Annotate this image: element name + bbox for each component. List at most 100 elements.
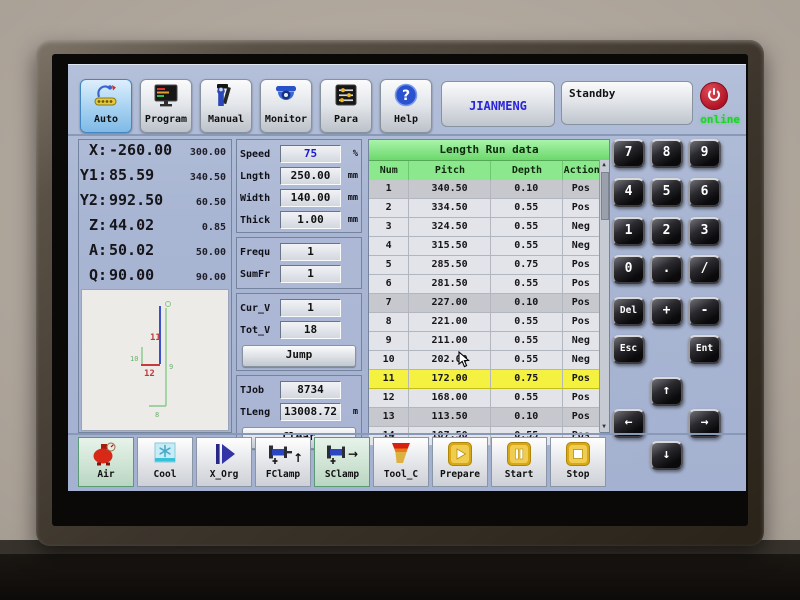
bottom-sclamp[interactable]: →SClamp xyxy=(314,437,370,487)
origin-play-icon xyxy=(197,438,251,469)
key-plus[interactable]: + xyxy=(650,297,683,326)
table-row[interactable]: 10202.000.55Neg xyxy=(369,351,600,370)
key-del[interactable]: Del xyxy=(612,297,645,326)
param-value-field[interactable]: 140.00 xyxy=(280,189,341,207)
table-row[interactable]: 12168.000.55Pos xyxy=(369,389,600,408)
key-arrow-up[interactable]: ↑ xyxy=(650,377,683,406)
table-row[interactable]: 5285.500.75Pos xyxy=(369,256,600,275)
axis-row-x: X-260.00300.00 xyxy=(79,140,231,165)
param-value-field[interactable]: 75 xyxy=(280,145,341,163)
table-row[interactable]: 4315.500.55Neg xyxy=(369,237,600,256)
jump-button[interactable]: Jump xyxy=(242,345,356,367)
bottom-air[interactable]: Air xyxy=(78,437,134,487)
scroll-down-icon[interactable]: ▼ xyxy=(600,422,608,432)
axis-value: 992.50 xyxy=(107,191,178,209)
tools-icon xyxy=(201,80,251,114)
bottom-tool-c[interactable]: Tool_C xyxy=(373,437,429,487)
table-row[interactable]: 1340.500.10Pos xyxy=(369,180,600,199)
param-value-field[interactable]: 1 xyxy=(280,299,341,317)
bend-profile-drawing: 11 12 10 9 8 xyxy=(82,290,228,430)
bottom-prepare[interactable]: Prepare xyxy=(432,437,488,487)
key-7[interactable]: 7 xyxy=(612,139,645,168)
key-4[interactable]: 4 xyxy=(612,178,645,207)
help-icon: ? xyxy=(381,80,431,114)
param-value-field[interactable]: 13008.72 xyxy=(280,403,341,421)
key-esc[interactable]: Esc xyxy=(612,335,645,364)
nav-label: Auto xyxy=(81,114,131,125)
cell-num: 1 xyxy=(369,180,409,198)
param-value-field[interactable]: 8734 xyxy=(280,381,341,399)
param-row-speed: Speed75% xyxy=(237,143,361,165)
nav-manual[interactable]: Manual xyxy=(200,79,252,133)
power-button[interactable] xyxy=(700,82,728,110)
param-value-field[interactable]: 1 xyxy=(280,243,341,261)
key-1[interactable]: 1 xyxy=(612,217,645,246)
table-row[interactable]: 6281.500.55Pos xyxy=(369,275,600,294)
bottombar-divider xyxy=(68,433,746,435)
axis-label: Q xyxy=(79,266,107,284)
key-9[interactable]: 9 xyxy=(688,139,721,168)
axes-readout: X-260.00300.00Y185.59340.50Y2992.5060.50… xyxy=(79,140,231,290)
svg-text:?: ? xyxy=(402,88,410,104)
param-value-field[interactable]: 18 xyxy=(280,321,341,339)
axis-value: 85.59 xyxy=(107,166,178,184)
table-row[interactable]: 8221.000.55Pos xyxy=(369,313,600,332)
key-slash[interactable]: / xyxy=(688,255,721,284)
svg-text:→: → xyxy=(348,447,358,461)
bottom-label: FClamp xyxy=(256,469,310,480)
scroll-thumb[interactable] xyxy=(601,172,609,220)
profile-preview: 11 12 10 9 8 xyxy=(81,289,229,431)
brand-button[interactable]: JIANMENG xyxy=(441,81,555,127)
scroll-up-icon[interactable]: ▲ xyxy=(600,160,608,170)
axis-row-a: A50.0250.00 xyxy=(79,240,231,265)
bottom-start[interactable]: Start xyxy=(491,437,547,487)
svg-text:10: 10 xyxy=(130,355,138,363)
table-row[interactable]: 11172.000.75Pos xyxy=(369,370,600,389)
nav-auto[interactable]: Auto xyxy=(80,79,132,133)
cell-depth: 0.10 xyxy=(491,294,563,312)
key-dot[interactable]: . xyxy=(650,255,683,284)
key-ent[interactable]: Ent xyxy=(688,335,721,364)
param-value-field[interactable]: 250.00 xyxy=(280,167,341,185)
param-value-field[interactable]: 1 xyxy=(280,265,341,283)
bottom-label: X_Org xyxy=(197,469,251,480)
table-row[interactable]: 7227.000.10Pos xyxy=(369,294,600,313)
key-2[interactable]: 2 xyxy=(650,217,683,246)
table-row[interactable]: 3324.500.55Neg xyxy=(369,218,600,237)
axis-label: Z xyxy=(79,216,107,234)
axis-target-value: 60.50 xyxy=(178,197,231,208)
key-3[interactable]: 3 xyxy=(688,217,721,246)
axes-panel: X-260.00300.00Y185.59340.50Y2992.5060.50… xyxy=(78,139,232,433)
nav-para[interactable]: Para xyxy=(320,79,372,133)
cell-action: Pos xyxy=(563,313,600,331)
table-row[interactable]: 2334.500.55Pos xyxy=(369,199,600,218)
sliders-icon xyxy=(321,80,371,114)
nav-label: Monitor xyxy=(261,114,311,125)
photo-scene: Auto ProgramManual Monitor Para?Help JIANME… xyxy=(0,0,800,600)
param-value-field[interactable]: 1.00 xyxy=(280,211,341,229)
bottom-cool[interactable]: Cool xyxy=(137,437,193,487)
table-row[interactable]: 13113.500.10Pos xyxy=(369,408,600,427)
bottom-fclamp[interactable]: ↑FClamp xyxy=(255,437,311,487)
key-6[interactable]: 6 xyxy=(688,178,721,207)
key-5[interactable]: 5 xyxy=(650,178,683,207)
nav-monitor[interactable]: Monitor xyxy=(260,79,312,133)
table-row[interactable]: 9211.000.55Neg xyxy=(369,332,600,351)
snowflake-icon xyxy=(138,438,192,469)
table-scrollbar[interactable]: ▲ ▼ xyxy=(599,160,609,432)
key-minus[interactable]: - xyxy=(688,297,721,326)
bottom-x-org[interactable]: X_Org xyxy=(196,437,252,487)
prepare-play-icon xyxy=(433,438,487,469)
axis-row-q: Q90.0090.00 xyxy=(79,265,231,290)
key-8[interactable]: 8 xyxy=(650,139,683,168)
mouse-cursor xyxy=(458,351,470,373)
param-row-cur-v: Cur_V1 xyxy=(237,297,361,319)
nav-help[interactable]: ?Help xyxy=(380,79,432,133)
key-arrow-down[interactable]: ↓ xyxy=(650,441,683,470)
cell-action: Pos xyxy=(563,408,600,426)
cell-depth: 0.10 xyxy=(491,408,563,426)
camera-icon xyxy=(261,80,311,114)
key-0[interactable]: 0 xyxy=(612,255,645,284)
bottom-stop[interactable]: Stop xyxy=(550,437,606,487)
nav-program[interactable]: Program xyxy=(140,79,192,133)
